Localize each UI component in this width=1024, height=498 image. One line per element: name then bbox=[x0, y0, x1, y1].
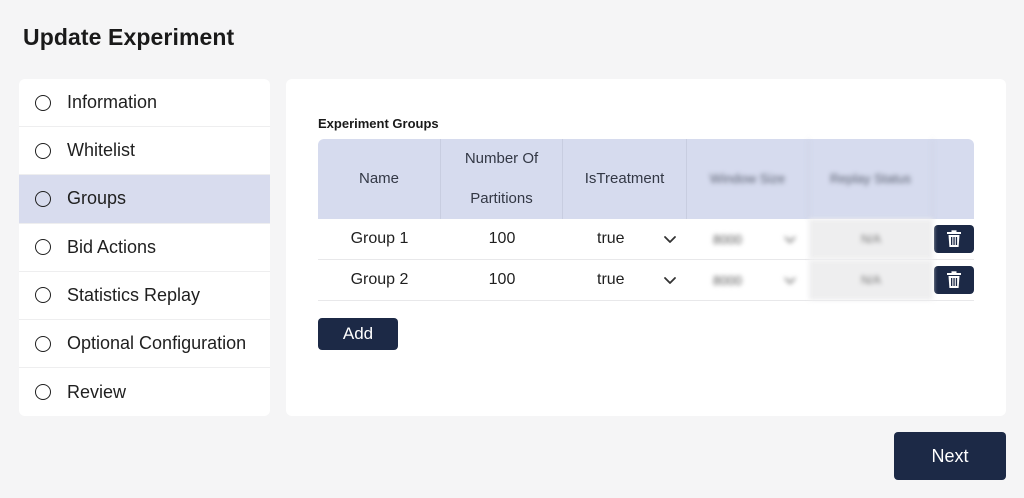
sidebar-item-label: Statistics Replay bbox=[67, 284, 201, 305]
column-header-actions bbox=[933, 139, 974, 219]
trash-icon bbox=[946, 271, 961, 288]
is-treatment-value: true bbox=[597, 230, 625, 247]
step-sidebar: Information Whitelist Groups Bid Actions… bbox=[19, 79, 270, 416]
sidebar-item-review[interactable]: Review bbox=[19, 368, 270, 416]
window-size-value: 8000 bbox=[713, 272, 742, 288]
is-treatment-select[interactable]: true bbox=[563, 219, 687, 259]
chevron-down-icon bbox=[664, 277, 676, 284]
delete-group-button[interactable] bbox=[933, 266, 974, 294]
window-size-value: 8000 bbox=[713, 231, 742, 247]
group-name-cell[interactable]: Group 1 bbox=[318, 219, 441, 259]
replay-status-cell: N/A bbox=[809, 260, 933, 300]
radio-circle-icon bbox=[35, 190, 51, 207]
partitions-cell[interactable]: 100 bbox=[441, 260, 563, 300]
column-header-name: Name bbox=[318, 139, 441, 219]
window-size-select[interactable]: 8000 bbox=[687, 219, 809, 259]
radio-circle-icon bbox=[35, 287, 51, 304]
partitions-cell[interactable]: 100 bbox=[441, 219, 563, 259]
column-header-window-size: Window Size bbox=[687, 139, 809, 219]
radio-circle-icon bbox=[35, 384, 51, 401]
radio-circle-icon bbox=[35, 239, 51, 256]
groups-panel: Experiment Groups Name Number Of Partiti… bbox=[286, 79, 1006, 416]
sidebar-item-information[interactable]: Information bbox=[19, 79, 270, 128]
sidebar-item-label: Optional Configuration bbox=[67, 333, 247, 354]
section-label: Experiment Groups bbox=[318, 116, 439, 131]
table-row: Group 1 100 true 8000 N/A bbox=[318, 219, 974, 260]
column-header-replay-status: Replay Status bbox=[809, 139, 933, 219]
chevron-down-icon bbox=[664, 236, 676, 243]
sidebar-item-label: Review bbox=[67, 381, 127, 402]
sidebar-item-label: Information bbox=[67, 92, 158, 113]
chevron-down-icon bbox=[784, 236, 796, 244]
chevron-down-icon bbox=[784, 277, 796, 285]
page-title: Update Experiment bbox=[23, 24, 235, 50]
sidebar-item-bid-actions[interactable]: Bid Actions bbox=[19, 224, 270, 272]
is-treatment-select[interactable]: true bbox=[563, 260, 687, 300]
radio-circle-icon bbox=[35, 94, 51, 111]
sidebar-item-groups[interactable]: Groups bbox=[19, 175, 270, 224]
column-header-partitions: Number Of Partitions bbox=[441, 139, 563, 219]
add-group-button[interactable]: Add bbox=[318, 318, 398, 350]
sidebar-item-label: Whitelist bbox=[67, 140, 136, 161]
delete-cell bbox=[933, 260, 974, 300]
column-header-partitions-line2: Partitions bbox=[470, 190, 533, 207]
table-row: Group 2 100 true 8000 N/A bbox=[318, 260, 974, 301]
sidebar-item-optional-configuration[interactable]: Optional Configuration bbox=[19, 320, 270, 369]
is-treatment-value: true bbox=[597, 271, 625, 288]
column-header-is-treatment: IsTreatment bbox=[563, 139, 687, 219]
window-size-select[interactable]: 8000 bbox=[687, 260, 809, 300]
table-header: Name Number Of Partitions IsTreatment Wi… bbox=[318, 139, 974, 219]
sidebar-item-whitelist[interactable]: Whitelist bbox=[19, 127, 270, 176]
column-header-partitions-line1: Number Of bbox=[464, 150, 539, 167]
delete-group-button[interactable] bbox=[933, 225, 974, 253]
group-name-cell[interactable]: Group 2 bbox=[318, 260, 441, 300]
radio-circle-icon bbox=[35, 335, 51, 352]
sidebar-item-label: Bid Actions bbox=[67, 236, 157, 257]
sidebar-item-label: Groups bbox=[67, 188, 127, 209]
groups-table: Name Number Of Partitions IsTreatment Wi… bbox=[318, 139, 974, 301]
next-button[interactable]: Next bbox=[894, 432, 1006, 480]
replay-status-cell: N/A bbox=[809, 219, 933, 259]
delete-cell bbox=[933, 219, 974, 259]
radio-circle-icon bbox=[35, 142, 51, 159]
sidebar-item-statistics-replay[interactable]: Statistics Replay bbox=[19, 272, 270, 320]
trash-icon bbox=[946, 230, 961, 247]
